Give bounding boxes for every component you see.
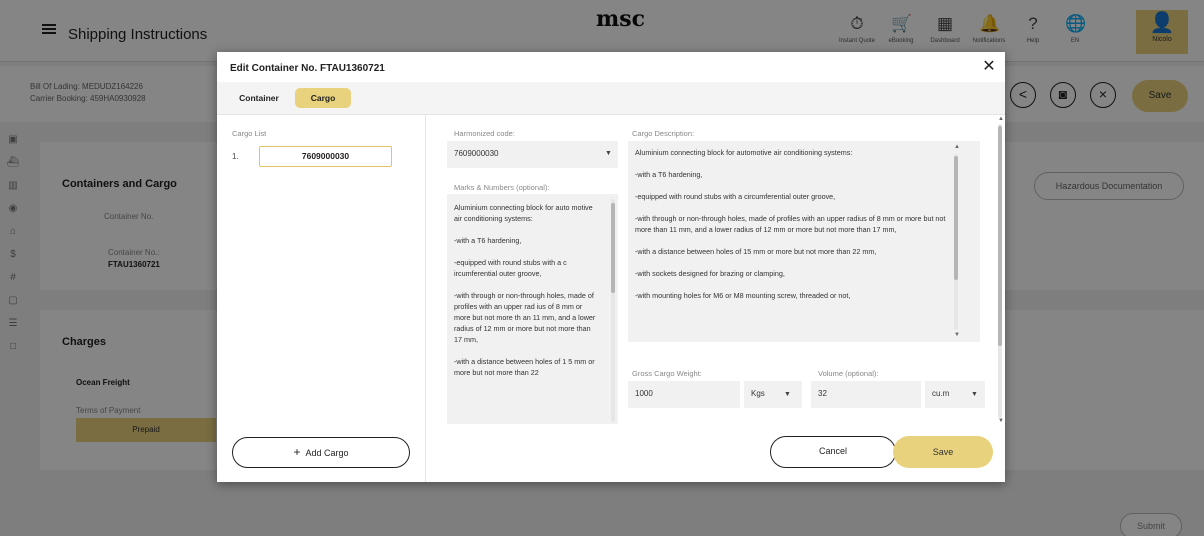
edit-container-modal: Edit Container No. FTAU1360721 ✕ Contain… <box>217 52 1005 482</box>
modal-title: Edit Container No. FTAU1360721 <box>230 63 385 74</box>
scroll-down-icon[interactable]: ▼ <box>954 332 960 338</box>
weight-unit-select[interactable]: Kgs ▼ <box>744 381 802 408</box>
hs-code-select[interactable]: 7609000030 ▼ <box>447 141 618 168</box>
tab-container[interactable]: Container <box>230 88 288 108</box>
add-cargo-button[interactable]: + Add Cargo <box>232 437 410 468</box>
cargo-list-label: Cargo List <box>232 129 267 138</box>
modal-scroll-down-icon[interactable]: ▼ <box>998 418 1004 424</box>
marks-scroll-thumb[interactable] <box>611 203 615 293</box>
cargo-description-label: Cargo Description: <box>632 129 695 138</box>
gross-weight-label: Gross Cargo Weight: <box>632 369 702 378</box>
volume-unit-select[interactable]: cu.m ▼ <box>925 381 985 408</box>
modal-scroll-up-icon[interactable]: ▲ <box>998 116 1004 122</box>
description-scroll-thumb[interactable] <box>954 156 958 280</box>
volume-value: 32 <box>818 389 827 398</box>
close-icon[interactable]: ✕ <box>981 58 997 76</box>
hs-code-value: 7609000030 <box>454 149 499 158</box>
marks-textarea[interactable]: Aluminium connecting block for auto moti… <box>447 194 618 424</box>
save-button[interactable]: Save <box>893 436 993 468</box>
tab-cargo[interactable]: Cargo <box>295 88 351 108</box>
cargo-list-item[interactable]: 7609000030 <box>259 146 392 167</box>
gross-weight-value: 1000 <box>635 389 653 398</box>
volume-unit-value: cu.m <box>932 389 950 398</box>
cargo-description-textarea[interactable]: Aluminium connecting block for automotiv… <box>628 141 980 342</box>
weight-unit-value: Kgs <box>751 389 765 398</box>
volume-input[interactable]: 32 <box>811 381 921 408</box>
scroll-up-icon[interactable]: ▲ <box>954 144 960 150</box>
chevron-down-icon: ▼ <box>605 150 612 157</box>
cargo-list-pane: Cargo List 1. 7609000030 + Add Cargo <box>217 115 426 482</box>
modal-scroll-thumb[interactable] <box>998 126 1002 346</box>
hs-code-label: Harmonized code: <box>454 129 515 138</box>
chevron-down-icon: ▼ <box>784 391 791 398</box>
modal-tabs: Container Cargo <box>217 82 1005 115</box>
cargo-item-number: 1. <box>232 152 239 161</box>
gross-weight-input[interactable]: 1000 <box>628 381 740 408</box>
plus-icon: + <box>293 445 301 459</box>
marks-label: Marks & Numbers (optional): <box>454 183 550 192</box>
volume-label: Volume (optional): <box>818 369 879 378</box>
chevron-down-icon: ▼ <box>971 391 978 398</box>
cancel-button[interactable]: Cancel <box>770 436 896 468</box>
